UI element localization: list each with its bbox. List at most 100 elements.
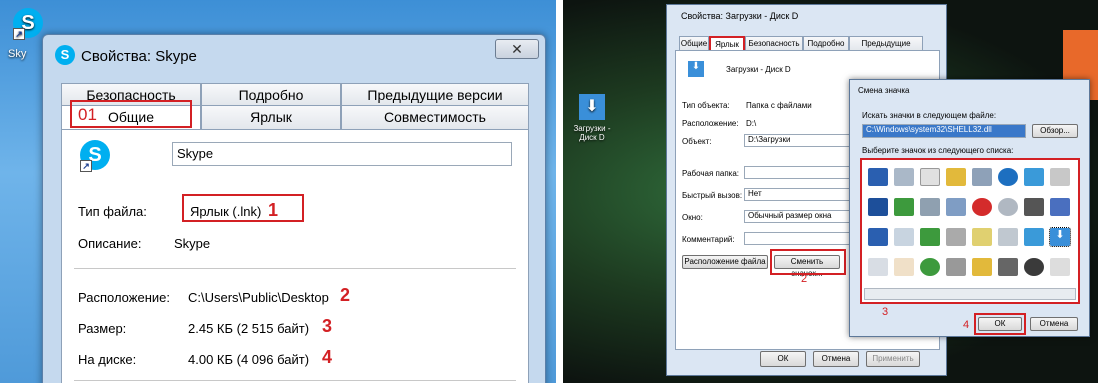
tab-general[interactable]: Общие: [679, 36, 709, 50]
size-on-disk-value: 4.00 КБ (4 096 байт): [188, 352, 310, 367]
dvd-icon[interactable]: [1024, 258, 1044, 276]
icon-file-path-input[interactable]: C:\Windows\system32\SHELL32.dll: [862, 124, 1026, 138]
window-icon[interactable]: [894, 228, 914, 246]
ok-button[interactable]: ОК: [978, 317, 1022, 331]
field-label: Объект:: [682, 137, 712, 146]
object-type-value: Папка с файлами: [746, 101, 812, 110]
keys-icon[interactable]: [946, 168, 966, 186]
tab-shortcut[interactable]: Ярлык: [201, 105, 341, 129]
location-value: D:\: [746, 119, 757, 128]
printer-icon[interactable]: [972, 168, 992, 186]
mouse-icon[interactable]: [1050, 168, 1070, 186]
shortcut-arrow-icon: ↗: [80, 160, 92, 172]
close-button[interactable]: ✕: [495, 39, 539, 59]
open-file-location-button[interactable]: Расположение файла: [682, 255, 768, 269]
list-icon[interactable]: [868, 258, 888, 276]
panel-divider: [556, 0, 563, 383]
left-screenshot: S ↗ Sky S Свойства: Skype ✕ Безопасность …: [0, 0, 556, 383]
application-icon[interactable]: [894, 168, 914, 186]
window-title: Свойства: Skype: [81, 48, 197, 65]
recycle-bin-icon[interactable]: [894, 198, 914, 216]
computer-icon[interactable]: [868, 168, 888, 186]
desktop-downloads-shortcut[interactable]: ⬇ Загрузки - Диск D: [567, 94, 617, 142]
size-label: Размер:: [78, 321, 127, 336]
field-label: Тип объекта:: [682, 101, 730, 110]
globe-icon[interactable]: [920, 258, 940, 276]
cancel-button[interactable]: Отмена: [1030, 317, 1078, 331]
name-field[interactable]: Skype: [172, 142, 512, 166]
marker-2: 2: [801, 273, 808, 285]
browse-button[interactable]: Обзор...: [1032, 124, 1078, 138]
horizontal-scrollbar[interactable]: [864, 288, 1076, 300]
marker-2: 2: [340, 285, 351, 305]
shortcut-name: Загрузки - Диск D: [726, 65, 791, 74]
film-icon[interactable]: [998, 258, 1018, 276]
general-tab-panel: S ↗ Skype Тип файла: Ярлык (.lnk) 1 Описа…: [61, 129, 529, 383]
highlight-file-type: [182, 194, 304, 222]
shortcut-arrow-icon: ↗: [13, 28, 25, 40]
change-icon-dialog: Смена значка Искать значки в следующем ф…: [849, 79, 1090, 337]
desktop-icon-label: Загрузки - Диск D: [573, 124, 611, 142]
recycle-full-icon[interactable]: [920, 228, 940, 246]
download-folder-icon: ⬇: [579, 94, 605, 120]
checklist-icon[interactable]: [972, 228, 992, 246]
marker-4: 4: [963, 319, 970, 331]
stop-icon[interactable]: [972, 198, 992, 216]
tab-details[interactable]: Подробно: [803, 36, 849, 50]
list-label: Выберите значок из следующего списка:: [862, 146, 1014, 155]
users-icon[interactable]: [972, 258, 992, 276]
download-folder-icon: ⬇: [688, 61, 704, 77]
tab-compatibility[interactable]: Совместимость: [341, 105, 529, 129]
separator: [74, 380, 516, 381]
picture-icon[interactable]: [1024, 228, 1044, 246]
scanner-icon[interactable]: [1050, 198, 1070, 216]
ok-button[interactable]: ОК: [760, 351, 806, 367]
location-label: Расположение:: [78, 290, 170, 305]
display-icon[interactable]: [868, 228, 888, 246]
field-label: Окно:: [682, 213, 703, 222]
skype-icon: S ↗: [13, 8, 43, 40]
cancel-button[interactable]: Отмена: [813, 351, 859, 367]
right-screenshot: ⬇ Загрузки - Диск D Свойства: Загрузки -…: [563, 0, 1098, 383]
recycle-bin-empty-icon[interactable]: [920, 198, 940, 216]
window-title: Свойства: Загрузки - Диск D: [681, 11, 799, 21]
download-selected-icon[interactable]: ⬇: [1049, 227, 1071, 247]
size-on-disk-label: На диске:: [78, 352, 137, 367]
field-label: Рабочая папка:: [682, 169, 740, 178]
camera-icon[interactable]: [1024, 198, 1044, 216]
title-bar: S Свойства: Skype ✕: [43, 35, 545, 75]
tab-previous-versions[interactable]: Предыдущие версии: [849, 36, 923, 61]
marker-1: 1: [268, 200, 279, 220]
location-value: C:\Users\Public\Desktop: [188, 290, 329, 305]
dialog-title: Смена значка: [858, 86, 910, 95]
icon-list[interactable]: ⬇: [860, 158, 1080, 304]
fax-icon[interactable]: [946, 228, 966, 246]
hand-pointer-icon[interactable]: [894, 258, 914, 276]
size-value: 2.45 КБ (2 515 байт): [188, 321, 310, 336]
document-icon[interactable]: [920, 168, 940, 186]
marker-3: 3: [882, 306, 889, 318]
tab-details[interactable]: Подробно: [201, 83, 341, 105]
monitor-icon[interactable]: [868, 198, 888, 216]
field-label: Расположение:: [682, 119, 739, 128]
tab-security[interactable]: Безопасность: [745, 36, 803, 50]
cd-icon[interactable]: [998, 198, 1018, 216]
file-type-label: Тип файла:: [78, 204, 147, 219]
search-label: Искать значки в следующем файле:: [862, 111, 997, 120]
tab-previous-versions[interactable]: Предыдущие версии: [341, 83, 529, 105]
drive-icon[interactable]: [946, 198, 966, 216]
skype-small-icon: S: [55, 45, 75, 65]
documents-icon[interactable]: [998, 228, 1018, 246]
skype-properties-window: S Свойства: Skype ✕ Безопасность Подробн…: [42, 34, 546, 383]
marker-4: 4: [322, 347, 333, 367]
music-note-icon[interactable]: [1024, 168, 1044, 186]
add-icon[interactable]: [1050, 258, 1070, 276]
highlight-change-icon: [770, 249, 846, 275]
skype-large-icon: S ↗: [80, 140, 110, 172]
power-icon[interactable]: [998, 168, 1018, 186]
apply-button[interactable]: Применить: [866, 351, 920, 367]
marker-3: 3: [322, 316, 333, 336]
field-label: Комментарий:: [682, 235, 735, 244]
description-value: Skype: [174, 236, 211, 251]
network-printer-icon[interactable]: [946, 258, 966, 276]
